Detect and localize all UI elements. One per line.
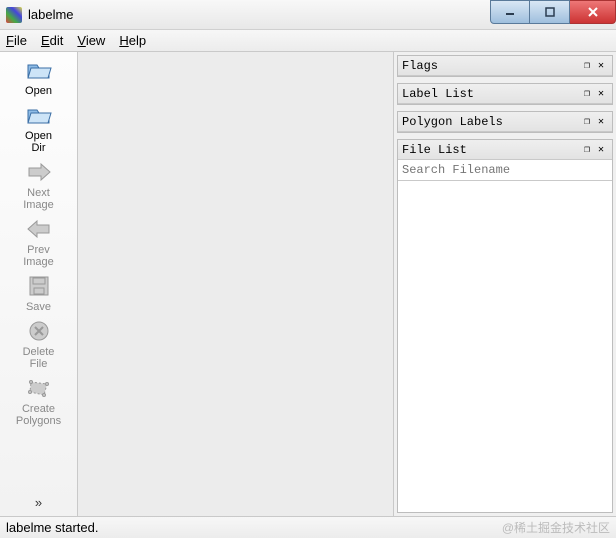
file-list-body[interactable] xyxy=(398,181,612,512)
next-image-button[interactable]: Next Image xyxy=(9,160,69,211)
folder-open-icon xyxy=(25,58,53,82)
label-list-panel: Label List ❐ ✕ xyxy=(397,83,613,105)
flags-panel: Flags ❐ ✕ xyxy=(397,55,613,77)
close-icon[interactable]: ✕ xyxy=(594,59,608,73)
titlebar: labelme xyxy=(0,0,616,30)
toolbar: Open Open Dir Next Image Prev Image Save… xyxy=(0,52,78,516)
body-area: Open Open Dir Next Image Prev Image Save… xyxy=(0,52,616,516)
next-image-label: Next Image xyxy=(23,187,54,211)
canvas-area[interactable] xyxy=(78,52,394,516)
menu-view[interactable]: View xyxy=(77,33,105,48)
label-list-header[interactable]: Label List ❐ ✕ xyxy=(398,84,612,104)
polygon-labels-header[interactable]: Polygon Labels ❐ ✕ xyxy=(398,112,612,132)
close-icon[interactable]: ✕ xyxy=(594,143,608,157)
minimize-button[interactable] xyxy=(490,0,530,24)
search-filename-input[interactable] xyxy=(398,160,612,181)
polygon-labels-title: Polygon Labels xyxy=(402,115,503,129)
open-dir-button[interactable]: Open Dir xyxy=(9,103,69,154)
open-dir-label: Open Dir xyxy=(25,130,52,154)
maximize-button[interactable] xyxy=(530,0,570,24)
undock-icon[interactable]: ❐ xyxy=(580,87,594,101)
arrow-right-icon xyxy=(25,160,53,184)
delete-file-button[interactable]: Delete File xyxy=(9,319,69,370)
statusbar: labelme started. @稀土掘金技术社区 xyxy=(0,516,616,538)
watermark: @稀土掘金技术社区 xyxy=(502,519,610,536)
file-list-header[interactable]: File List ❐ ✕ xyxy=(398,140,612,160)
undock-icon[interactable]: ❐ xyxy=(580,115,594,129)
app-icon xyxy=(6,7,22,23)
folder-open-dir-icon xyxy=(25,103,53,127)
close-icon[interactable]: ✕ xyxy=(594,87,608,101)
create-polygons-label: Create Polygons xyxy=(16,403,61,427)
undock-icon[interactable]: ❐ xyxy=(580,143,594,157)
menu-file[interactable]: File xyxy=(6,33,27,48)
label-list-title: Label List xyxy=(402,87,474,101)
window-controls xyxy=(490,0,616,24)
side-panels: Flags ❐ ✕ Label List ❐ ✕ Polygon Labels … xyxy=(394,52,616,516)
close-button[interactable] xyxy=(570,0,616,24)
close-icon[interactable]: ✕ xyxy=(594,115,608,129)
delete-circle-icon xyxy=(25,319,53,343)
save-button[interactable]: Save xyxy=(9,274,69,313)
open-label: Open xyxy=(25,85,52,97)
prev-image-button[interactable]: Prev Image xyxy=(9,217,69,268)
menubar: File Edit View Help xyxy=(0,30,616,52)
menu-edit[interactable]: Edit xyxy=(41,33,63,48)
flags-header[interactable]: Flags ❐ ✕ xyxy=(398,56,612,76)
polygon-labels-panel: Polygon Labels ❐ ✕ xyxy=(397,111,613,133)
save-label: Save xyxy=(26,301,51,313)
floppy-icon xyxy=(25,274,53,298)
file-list-panel: File List ❐ ✕ xyxy=(397,139,613,513)
create-polygons-button[interactable]: Create Polygons xyxy=(9,376,69,427)
window-title: labelme xyxy=(28,7,74,22)
polygon-icon xyxy=(25,376,53,400)
flags-title: Flags xyxy=(402,59,438,73)
undock-icon[interactable]: ❐ xyxy=(580,59,594,73)
status-text: labelme started. xyxy=(6,520,99,535)
file-list-title: File List xyxy=(402,143,467,157)
toolbar-overflow-icon[interactable]: » xyxy=(35,495,42,510)
arrow-left-icon xyxy=(25,217,53,241)
delete-file-label: Delete File xyxy=(23,346,55,370)
prev-image-label: Prev Image xyxy=(23,244,54,268)
open-button[interactable]: Open xyxy=(9,58,69,97)
menu-help[interactable]: Help xyxy=(119,33,146,48)
